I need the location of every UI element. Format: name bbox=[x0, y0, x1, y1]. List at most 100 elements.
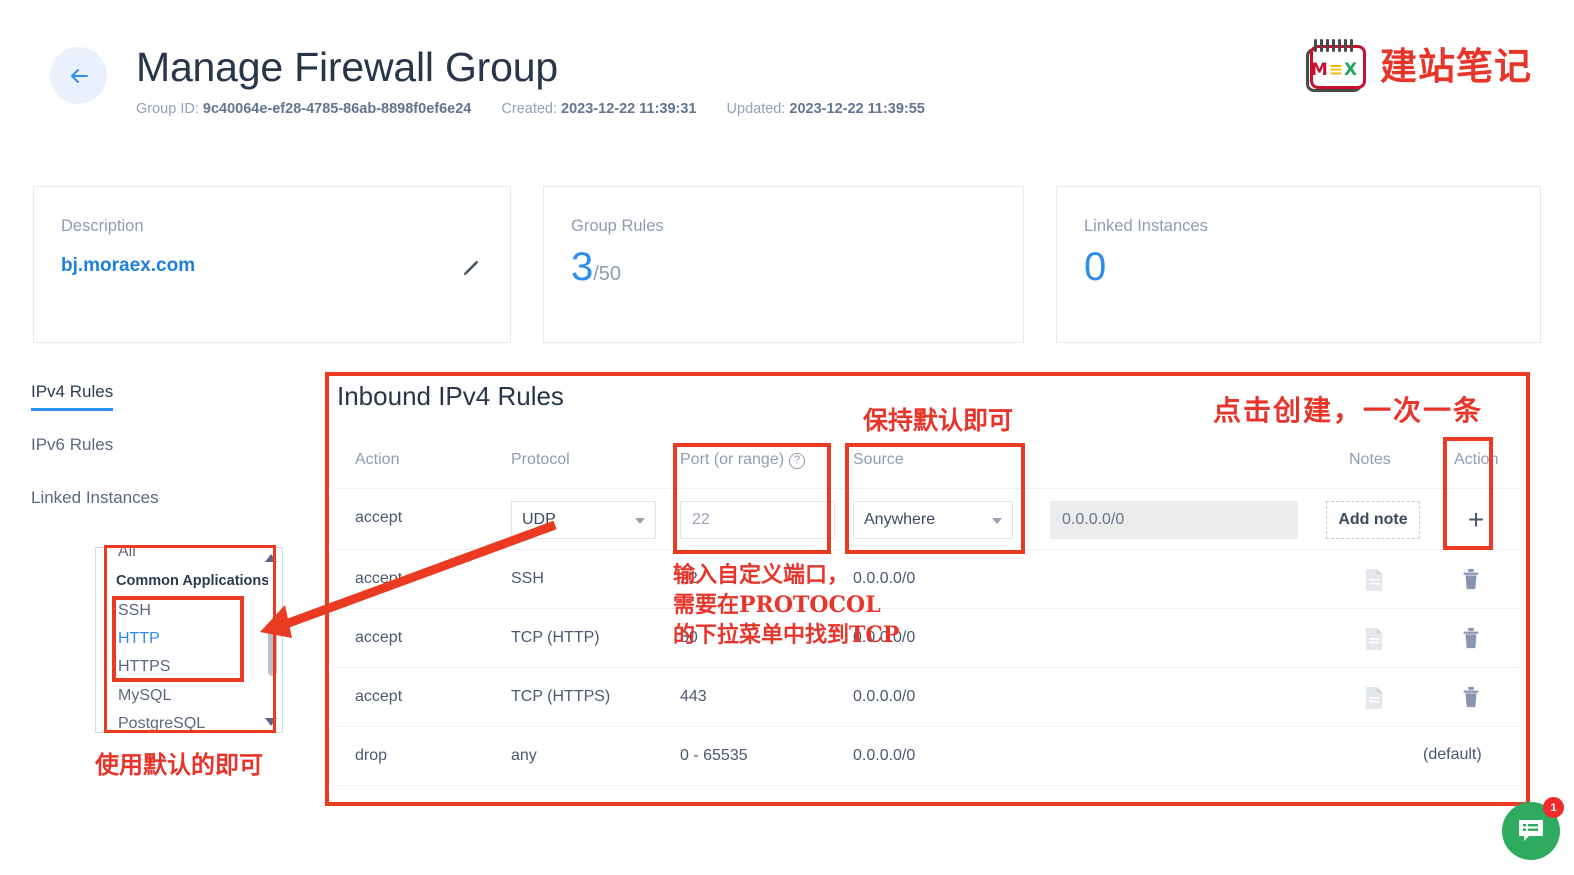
meta-updated-value: 2023-12-22 11:39:55 bbox=[789, 101, 925, 117]
column-header-port: Port (or range)? bbox=[680, 451, 806, 469]
column-header-port-text: Port (or range) bbox=[680, 451, 785, 468]
cidr-input-value: 0.0.0.0/0 bbox=[1062, 511, 1125, 528]
table-header-row: Action Protocol Port (or range)? Source … bbox=[335, 436, 1521, 489]
group-rules-card: Group Rules 3/50 bbox=[543, 186, 1024, 343]
group-rules-label: Group Rules bbox=[571, 217, 664, 235]
back-button[interactable] bbox=[50, 47, 107, 104]
new-rule-action: accept bbox=[355, 509, 403, 526]
scroll-up-arrow-icon[interactable] bbox=[265, 554, 277, 562]
dropdown-item-ssh[interactable]: SSH bbox=[118, 602, 151, 620]
table-row: accept TCP (HTTPS) 443 0.0.0.0/0 bbox=[335, 668, 1521, 727]
dropdown-item-postgresql[interactable]: PostgreSQL bbox=[118, 715, 205, 732]
summary-cards: Description bj.moraex.com Group Rules 3/… bbox=[33, 186, 1541, 343]
meta-updated: Updated: 2023-12-22 11:39:55 bbox=[727, 101, 925, 117]
meta-created-label: Created: bbox=[501, 101, 558, 117]
document-icon[interactable] bbox=[1363, 686, 1385, 710]
rule-port: 80 bbox=[680, 629, 698, 646]
group-rules-count: 3 bbox=[571, 245, 594, 289]
notebook-logo-icon: M ≡ X bbox=[1306, 36, 1368, 92]
meta-group-id-value: 9c40064e-ef28-4785-86ab-8898f0ef6e24 bbox=[202, 101, 472, 117]
rule-action: accept bbox=[355, 688, 403, 705]
dropdown-item-https[interactable]: HTTPS bbox=[118, 658, 170, 676]
table-row: accept SSH 22 0.0.0.0/0 bbox=[335, 550, 1521, 609]
rule-protocol: TCP (HTTP) bbox=[511, 629, 600, 646]
new-rule-row: accept UDP 22 Anywhere 0.0.0.0/0 Add not… bbox=[335, 489, 1521, 550]
logo-letter-x: X bbox=[1344, 60, 1358, 80]
description-card: Description bj.moraex.com bbox=[33, 186, 511, 343]
port-input[interactable]: 22 bbox=[680, 501, 835, 539]
logo-letter-e: ≡ bbox=[1328, 60, 1344, 80]
sidebar-item-ipv4-rules[interactable]: IPv4 Rules bbox=[31, 382, 114, 411]
dropdown-scrollbar[interactable] bbox=[265, 550, 280, 730]
source-select[interactable]: Anywhere bbox=[853, 501, 1013, 539]
sidebar-item-linked-instances[interactable]: Linked Instances bbox=[31, 488, 311, 508]
rule-source: 0.0.0.0/0 bbox=[853, 570, 916, 587]
rule-source: 0.0.0.0/0 bbox=[853, 629, 916, 646]
arrow-left-icon bbox=[70, 68, 88, 83]
meta-group-id-label: Group ID: bbox=[136, 101, 199, 117]
rules-table: Action Protocol Port (or range)? Source … bbox=[335, 436, 1521, 786]
rule-protocol: SSH bbox=[511, 570, 544, 587]
rule-action: accept bbox=[355, 570, 403, 587]
group-rules-count-wrap: 3/50 bbox=[571, 245, 621, 290]
rule-port: 0 - 65535 bbox=[680, 747, 748, 764]
column-header-notes: Notes bbox=[1349, 451, 1391, 468]
meta-group-id: Group ID: 9c40064e-ef28-4785-86ab-8898f0… bbox=[136, 101, 471, 117]
rule-action: drop bbox=[355, 747, 388, 764]
scroll-down-arrow-icon[interactable] bbox=[265, 718, 277, 726]
table-row: accept TCP (HTTP) 80 0.0.0.0/0 bbox=[335, 609, 1521, 668]
dropdown-item-http[interactable]: HTTP bbox=[118, 630, 160, 648]
trash-icon[interactable] bbox=[1460, 626, 1482, 650]
header-meta: Group ID: 9c40064e-ef28-4785-86ab-8898f0… bbox=[136, 101, 951, 117]
default-rule-label: (default) bbox=[1423, 746, 1482, 763]
linked-instances-label: Linked Instances bbox=[1084, 217, 1208, 235]
logo-letter-m: M bbox=[1310, 60, 1328, 80]
rule-protocol: any bbox=[511, 747, 537, 764]
chevron-down-icon bbox=[635, 518, 645, 524]
port-input-placeholder: 22 bbox=[692, 511, 710, 528]
logo-brand-text: 建站笔记 bbox=[1380, 45, 1532, 88]
rule-source: 0.0.0.0/0 bbox=[853, 747, 916, 764]
inbound-rules-panel: Inbound IPv4 Rules Action Protocol Port … bbox=[327, 374, 1529, 808]
dropdown-group-header: Common Applications bbox=[116, 573, 270, 589]
meta-updated-label: Updated: bbox=[726, 101, 786, 117]
add-rule-button[interactable]: + bbox=[1457, 501, 1495, 539]
cidr-input[interactable]: 0.0.0.0/0 bbox=[1050, 501, 1298, 539]
document-icon[interactable] bbox=[1363, 627, 1385, 651]
scrollbar-thumb[interactable] bbox=[268, 622, 277, 676]
rule-port: 443 bbox=[680, 688, 707, 705]
sidebar-item-ipv6-rules[interactable]: IPv6 Rules bbox=[31, 435, 311, 455]
dropdown-item-all[interactable]: All bbox=[118, 548, 136, 561]
page-title: Manage Firewall Group bbox=[136, 44, 558, 90]
annotation-use-default: 使用默认的即可 bbox=[95, 750, 263, 779]
meta-created: Created: 2023-12-22 11:39:31 bbox=[501, 101, 696, 117]
page-header: Manage Firewall Group Group ID: 9c40064e… bbox=[0, 0, 1574, 160]
rule-protocol: TCP (HTTPS) bbox=[511, 688, 611, 705]
site-logo: M ≡ X 建站笔记 bbox=[1306, 36, 1532, 92]
column-header-protocol: Protocol bbox=[511, 451, 570, 468]
column-header-action: Action bbox=[355, 451, 400, 468]
description-value: bj.moraex.com bbox=[61, 255, 196, 276]
protocol-select[interactable]: UDP bbox=[511, 501, 656, 539]
trash-icon[interactable] bbox=[1460, 685, 1482, 709]
rule-action: accept bbox=[355, 629, 403, 646]
chat-unread-badge: 1 bbox=[1543, 797, 1564, 818]
protocol-dropdown-panel[interactable]: All Common Applications SSH HTTP HTTPS M… bbox=[95, 547, 283, 733]
pencil-icon[interactable] bbox=[460, 257, 482, 279]
document-icon[interactable] bbox=[1363, 568, 1385, 592]
trash-icon[interactable] bbox=[1460, 567, 1482, 591]
linked-instances-card: Linked Instances 0 bbox=[1056, 186, 1541, 343]
rule-source: 0.0.0.0/0 bbox=[853, 688, 916, 705]
group-rules-limit: /50 bbox=[593, 263, 622, 285]
chat-list-icon bbox=[1519, 820, 1543, 841]
rule-port: 22 bbox=[680, 570, 698, 587]
dropdown-item-mysql[interactable]: MySQL bbox=[118, 687, 171, 705]
source-select-value: Anywhere bbox=[864, 511, 936, 528]
add-note-button[interactable]: Add note bbox=[1326, 501, 1420, 539]
sidebar-nav: IPv4 Rules IPv6 Rules Linked Instances bbox=[31, 382, 311, 541]
meta-created-value: 2023-12-22 11:39:31 bbox=[561, 101, 697, 117]
linked-instances-count: 0 bbox=[1084, 245, 1107, 289]
rules-title: Inbound IPv4 Rules bbox=[337, 381, 564, 411]
question-mark-icon[interactable]: ? bbox=[789, 453, 806, 469]
column-header-action-col: Action bbox=[1454, 451, 1499, 468]
